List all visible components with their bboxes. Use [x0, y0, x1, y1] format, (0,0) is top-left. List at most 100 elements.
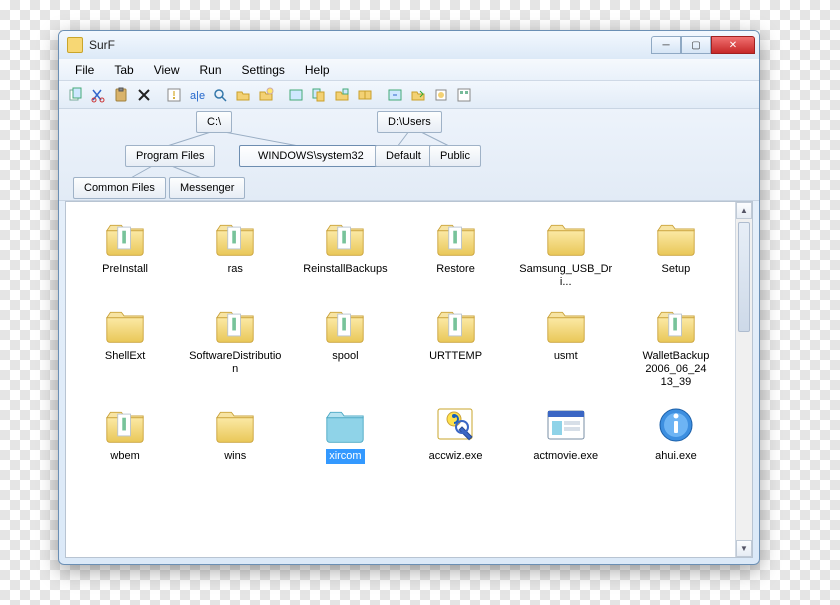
exe-icon: [540, 403, 592, 447]
file-item[interactable]: Restore: [402, 212, 508, 293]
tab-tree: C:\ D:\Users Program Files WINDOWS\syste…: [59, 109, 759, 201]
scroll-up-icon[interactable]: ▲: [736, 202, 752, 219]
file-label: SoftwareDistribution: [185, 349, 285, 376]
folder-icon: [319, 303, 371, 347]
file-item[interactable]: spool: [292, 299, 398, 393]
folder-icon: [319, 216, 371, 260]
app-icon: [67, 37, 83, 53]
file-label: actmovie.exe: [530, 449, 601, 464]
folder-icon: [430, 303, 482, 347]
file-item[interactable]: WalletBackup 2006_06_24 13_39: [623, 299, 729, 393]
menu-tab[interactable]: Tab: [104, 61, 143, 79]
tab-messenger[interactable]: Messenger: [169, 177, 245, 199]
tab-system32[interactable]: WINDOWS\system32: [239, 145, 383, 167]
forward-icon[interactable]: [431, 85, 451, 105]
paste-icon[interactable]: [111, 85, 131, 105]
file-label: Setup: [659, 262, 694, 277]
tab-common-files[interactable]: Common Files: [73, 177, 166, 199]
file-label: PreInstall: [99, 262, 151, 277]
file-item[interactable]: SoftwareDistribution: [182, 299, 288, 393]
favorites-icon[interactable]: [355, 85, 375, 105]
scroll-thumb[interactable]: [738, 222, 750, 332]
folder-icon: [209, 403, 261, 447]
tab-d-users[interactable]: D:\Users: [377, 111, 442, 133]
tree-icon[interactable]: [332, 85, 352, 105]
menu-view[interactable]: View: [144, 61, 190, 79]
folder-icon: [209, 303, 261, 347]
exe-icon: [650, 403, 702, 447]
file-item[interactable]: actmovie.exe: [513, 399, 619, 468]
rename-icon[interactable]: a|e: [187, 85, 207, 105]
menu-bar: File Tab View Run Settings Help: [59, 59, 759, 81]
exe-icon: [430, 403, 482, 447]
file-label: ShellExt: [102, 349, 148, 364]
new-file-icon[interactable]: [256, 85, 276, 105]
minimize-button[interactable]: ─: [651, 36, 681, 54]
properties-icon[interactable]: [164, 85, 184, 105]
app-window: SurF ─ ▢ ✕ File Tab View Run Settings He…: [58, 30, 760, 565]
file-label: xircom: [326, 449, 364, 464]
file-item[interactable]: ShellExt: [72, 299, 178, 393]
file-label: WalletBackup 2006_06_24 13_39: [626, 349, 726, 389]
menu-run[interactable]: Run: [190, 61, 232, 79]
titlebar[interactable]: SurF ─ ▢ ✕: [59, 31, 759, 59]
file-item[interactable]: Setup: [623, 212, 729, 293]
file-item[interactable]: accwiz.exe: [402, 399, 508, 468]
file-label: wins: [221, 449, 249, 464]
file-label: ReinstallBackups: [300, 262, 390, 277]
file-label: accwiz.exe: [426, 449, 486, 464]
file-item[interactable]: ras: [182, 212, 288, 293]
svg-text:a|e: a|e: [190, 90, 205, 102]
back-icon[interactable]: [408, 85, 428, 105]
folder-icon: [99, 216, 151, 260]
folder-icon: [99, 403, 151, 447]
file-label: usmt: [551, 349, 581, 364]
file-item[interactable]: ahui.exe: [623, 399, 729, 468]
folder-icon: [540, 303, 592, 347]
tab-public[interactable]: Public: [429, 145, 481, 167]
up-icon[interactable]: [385, 85, 405, 105]
delete-icon[interactable]: [134, 85, 154, 105]
file-item[interactable]: xircom: [292, 399, 398, 468]
file-item[interactable]: PreInstall: [72, 212, 178, 293]
tab-c-drive[interactable]: C:\: [196, 111, 232, 133]
file-label: wbem: [107, 449, 142, 464]
cut-icon[interactable]: [88, 85, 108, 105]
folder-icon: [99, 303, 151, 347]
close-button[interactable]: ✕: [711, 36, 755, 54]
file-label: URTTEMP: [426, 349, 485, 364]
folder-icon: [650, 216, 702, 260]
file-view: PreInstall ras ReinstallBackups Restore …: [65, 201, 753, 558]
window-controls: ─ ▢ ✕: [651, 36, 755, 54]
tab-default[interactable]: Default: [375, 145, 432, 167]
file-item[interactable]: Samsung_USB_Dri...: [513, 212, 619, 293]
file-item[interactable]: usmt: [513, 299, 619, 393]
maximize-button[interactable]: ▢: [681, 36, 711, 54]
menu-file[interactable]: File: [65, 61, 104, 79]
new-folder-icon[interactable]: [233, 85, 253, 105]
file-label: spool: [329, 349, 361, 364]
menu-help[interactable]: Help: [295, 61, 340, 79]
folder-icon: [650, 303, 702, 347]
file-item[interactable]: wins: [182, 399, 288, 468]
file-label: ahui.exe: [652, 449, 700, 464]
refresh-icon[interactable]: [286, 85, 306, 105]
views-icon[interactable]: [454, 85, 474, 105]
copy-icon[interactable]: [65, 85, 85, 105]
file-item[interactable]: wbem: [72, 399, 178, 468]
file-label: Samsung_USB_Dri...: [516, 262, 616, 289]
search-icon[interactable]: [210, 85, 230, 105]
copy-path-icon[interactable]: [309, 85, 329, 105]
toolbar: a|e: [59, 81, 759, 109]
tab-program-files[interactable]: Program Files: [125, 145, 215, 167]
icon-grid[interactable]: PreInstall ras ReinstallBackups Restore …: [66, 202, 735, 557]
window-title: SurF: [89, 38, 651, 52]
file-label: Restore: [433, 262, 478, 277]
vertical-scrollbar[interactable]: ▲ ▼: [735, 202, 752, 557]
scroll-down-icon[interactable]: ▼: [736, 540, 752, 557]
folder-icon: [430, 216, 482, 260]
file-label: ras: [225, 262, 246, 277]
menu-settings[interactable]: Settings: [232, 61, 295, 79]
file-item[interactable]: ReinstallBackups: [292, 212, 398, 293]
file-item[interactable]: URTTEMP: [402, 299, 508, 393]
